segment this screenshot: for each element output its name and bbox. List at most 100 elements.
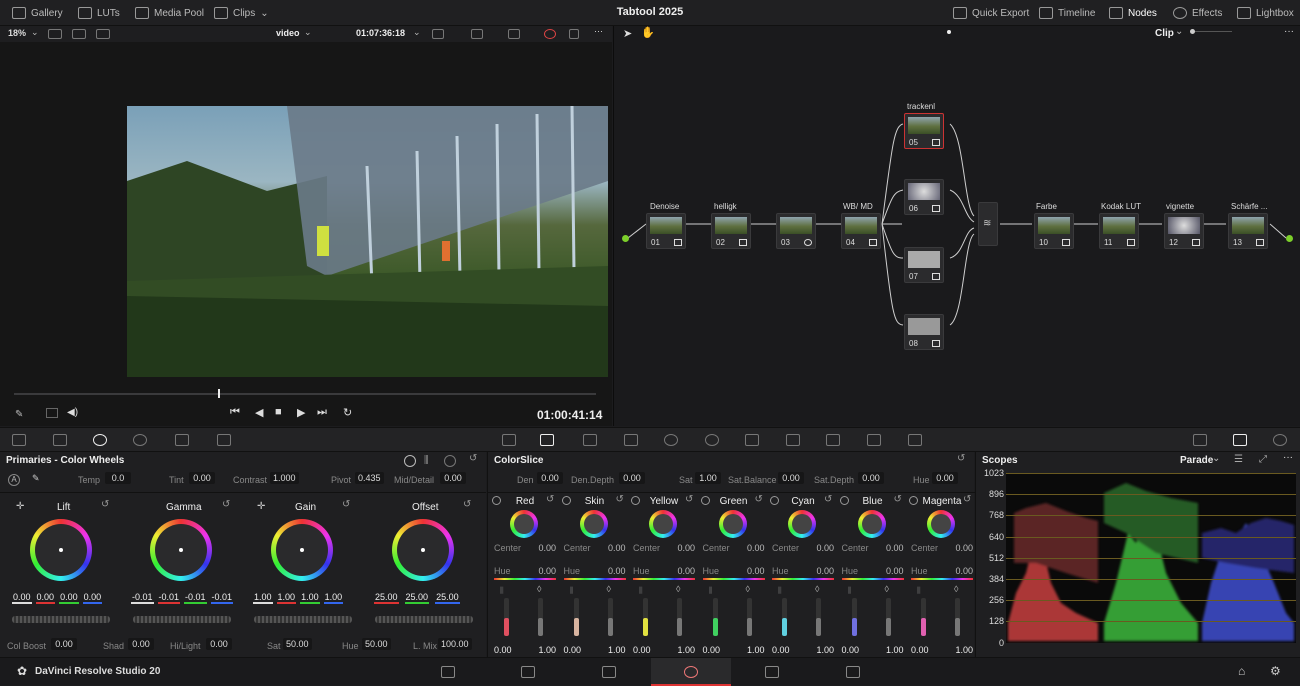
reset-icon[interactable]: ↺ — [755, 494, 763, 505]
contrast-field[interactable]: 1.000 — [270, 472, 299, 484]
reset-icon[interactable]: ↺ — [616, 494, 624, 505]
auto-balance-icon[interactable]: A — [8, 474, 20, 486]
hue-value[interactable]: 0.00 — [747, 566, 765, 576]
wheel-value-r[interactable]: 0.00 — [36, 592, 56, 604]
wheel-center-dot[interactable] — [300, 548, 304, 552]
node-08[interactable]: 08 — [904, 314, 944, 350]
slice-wheel[interactable] — [788, 510, 816, 538]
skip-end-button[interactable]: ⏭ — [317, 406, 327, 419]
playhead[interactable] — [218, 389, 220, 398]
color-slice-icon[interactable] — [583, 434, 597, 446]
saturation-slider[interactable] — [677, 598, 682, 636]
scrub-bar[interactable] — [14, 393, 596, 395]
wheel-value-b[interactable]: 25.00 — [435, 592, 460, 604]
saturation-value[interactable]: 1.00 — [816, 645, 834, 655]
scopes-icon[interactable] — [1233, 434, 1247, 446]
wheel-value-b[interactable]: -0.01 — [211, 592, 234, 604]
density-value[interactable]: 0.00 — [772, 645, 790, 655]
center-value[interactable]: 0.00 — [677, 543, 695, 553]
stop-button[interactable]: ■ — [275, 406, 282, 418]
offset-master-wheel[interactable] — [375, 616, 473, 623]
split-view-icon[interactable] — [72, 29, 86, 39]
view-mode-select[interactable]: video — [276, 28, 300, 38]
hue-value[interactable]: 0.00 — [608, 566, 626, 576]
node-10[interactable]: 10 — [1034, 213, 1074, 249]
node-06[interactable]: 06 — [904, 179, 944, 215]
blur-icon[interactable] — [786, 434, 800, 446]
edit-page-icon[interactable] — [602, 666, 616, 678]
wheel-value-b[interactable]: 0.00 — [83, 592, 103, 604]
fullscreen-icon[interactable] — [569, 29, 579, 39]
lightbox-button[interactable]: Lightbox — [1237, 0, 1294, 26]
qualifier-icon[interactable] — [624, 434, 638, 446]
hue-field[interactable]: 0.00 — [932, 472, 958, 484]
single-view-icon[interactable] — [48, 29, 62, 39]
hilight-field[interactable]: 0.00 — [206, 638, 232, 650]
gear-icon[interactable]: ⚙ — [1270, 664, 1281, 678]
satbal-field[interactable]: 0.00 — [778, 472, 804, 484]
crosshair-icon[interactable]: ✛ — [16, 501, 24, 512]
hue-spectrum[interactable] — [703, 578, 765, 580]
saturation-value[interactable]: 1.00 — [677, 645, 695, 655]
saturation-slider[interactable] — [955, 598, 960, 636]
hue-value[interactable]: 0.00 — [538, 566, 556, 576]
deliver-page-icon[interactable] — [846, 666, 860, 678]
magic-mask-icon[interactable] — [745, 434, 759, 446]
media-page-icon[interactable] — [441, 666, 455, 678]
density-value[interactable]: 0.00 — [633, 645, 651, 655]
node-01[interactable]: 01 — [646, 213, 686, 249]
density-value[interactable]: 0.00 — [703, 645, 721, 655]
rgb-mixer-icon[interactable] — [175, 434, 189, 446]
density-slider[interactable] — [574, 598, 579, 636]
hue-spectrum[interactable] — [633, 578, 695, 580]
reverse-button[interactable]: ◀ — [255, 406, 263, 419]
saturation-slider[interactable] — [886, 598, 891, 636]
density-slider[interactable] — [782, 598, 787, 636]
keyframes-icon[interactable] — [1193, 434, 1207, 446]
slice-wheel[interactable] — [719, 510, 747, 538]
middetail-field[interactable]: 0.00 — [440, 472, 466, 484]
reset-icon[interactable]: ↺ — [957, 453, 965, 464]
wheel-value-r[interactable]: 1.00 — [277, 592, 297, 604]
nodes-button[interactable]: Nodes — [1109, 0, 1157, 26]
saturation-slider[interactable] — [608, 598, 613, 636]
scope-mode-select[interactable]: Parade — [1180, 455, 1213, 466]
layer-mixer-node[interactable]: ≋ — [978, 202, 998, 246]
color-picker-icon[interactable] — [544, 29, 556, 39]
slice-wheel[interactable] — [858, 510, 886, 538]
speaker-icon[interactable]: ◀) — [67, 407, 78, 418]
node-02[interactable]: 02 — [711, 213, 751, 249]
more-icon[interactable]: ··· — [594, 26, 603, 36]
home-icon[interactable]: ⌂ — [1238, 664, 1245, 678]
saturation-value[interactable]: 1.00 — [886, 645, 904, 655]
hue-value[interactable]: 0.00 — [955, 566, 973, 576]
wheel-value-g[interactable]: 25.00 — [405, 592, 430, 604]
lmix-field[interactable]: 100.00 — [438, 638, 472, 650]
sizing-icon[interactable] — [867, 434, 881, 446]
camera-raw-icon[interactable] — [12, 434, 26, 446]
center-value[interactable]: 0.00 — [886, 543, 904, 553]
wheel-center-dot[interactable] — [59, 548, 63, 552]
lift-master-wheel[interactable] — [12, 616, 110, 623]
sat-field[interactable]: 50.00 — [283, 638, 312, 650]
color-wheels-icon[interactable] — [93, 434, 107, 446]
hue-value[interactable]: 0.00 — [816, 566, 834, 576]
hue-spectrum[interactable] — [494, 578, 556, 580]
reset-icon[interactable]: ↺ — [894, 494, 902, 505]
fairlight-page-icon[interactable] — [765, 666, 779, 678]
node-05[interactable]: 05 — [904, 113, 944, 149]
wheel-center-dot[interactable] — [179, 548, 183, 552]
satdepth-field[interactable]: 0.00 — [858, 472, 884, 484]
wheel-value-y[interactable]: 1.00 — [253, 592, 273, 604]
sat-field[interactable]: 1.00 — [695, 472, 721, 484]
node-11[interactable]: 11 — [1099, 213, 1139, 249]
hue-spectrum[interactable] — [564, 578, 626, 580]
reset-icon[interactable]: ↺ — [824, 494, 832, 505]
slice-wheel[interactable] — [649, 510, 677, 538]
reset-icon[interactable]: ↺ — [101, 499, 109, 510]
wheel-value-g[interactable]: -0.01 — [184, 592, 207, 604]
wheel-value-g[interactable]: 1.00 — [300, 592, 320, 604]
safe-area-icon[interactable] — [508, 29, 520, 39]
video-frame[interactable] — [127, 106, 608, 377]
reset-icon[interactable]: ↺ — [685, 494, 693, 505]
